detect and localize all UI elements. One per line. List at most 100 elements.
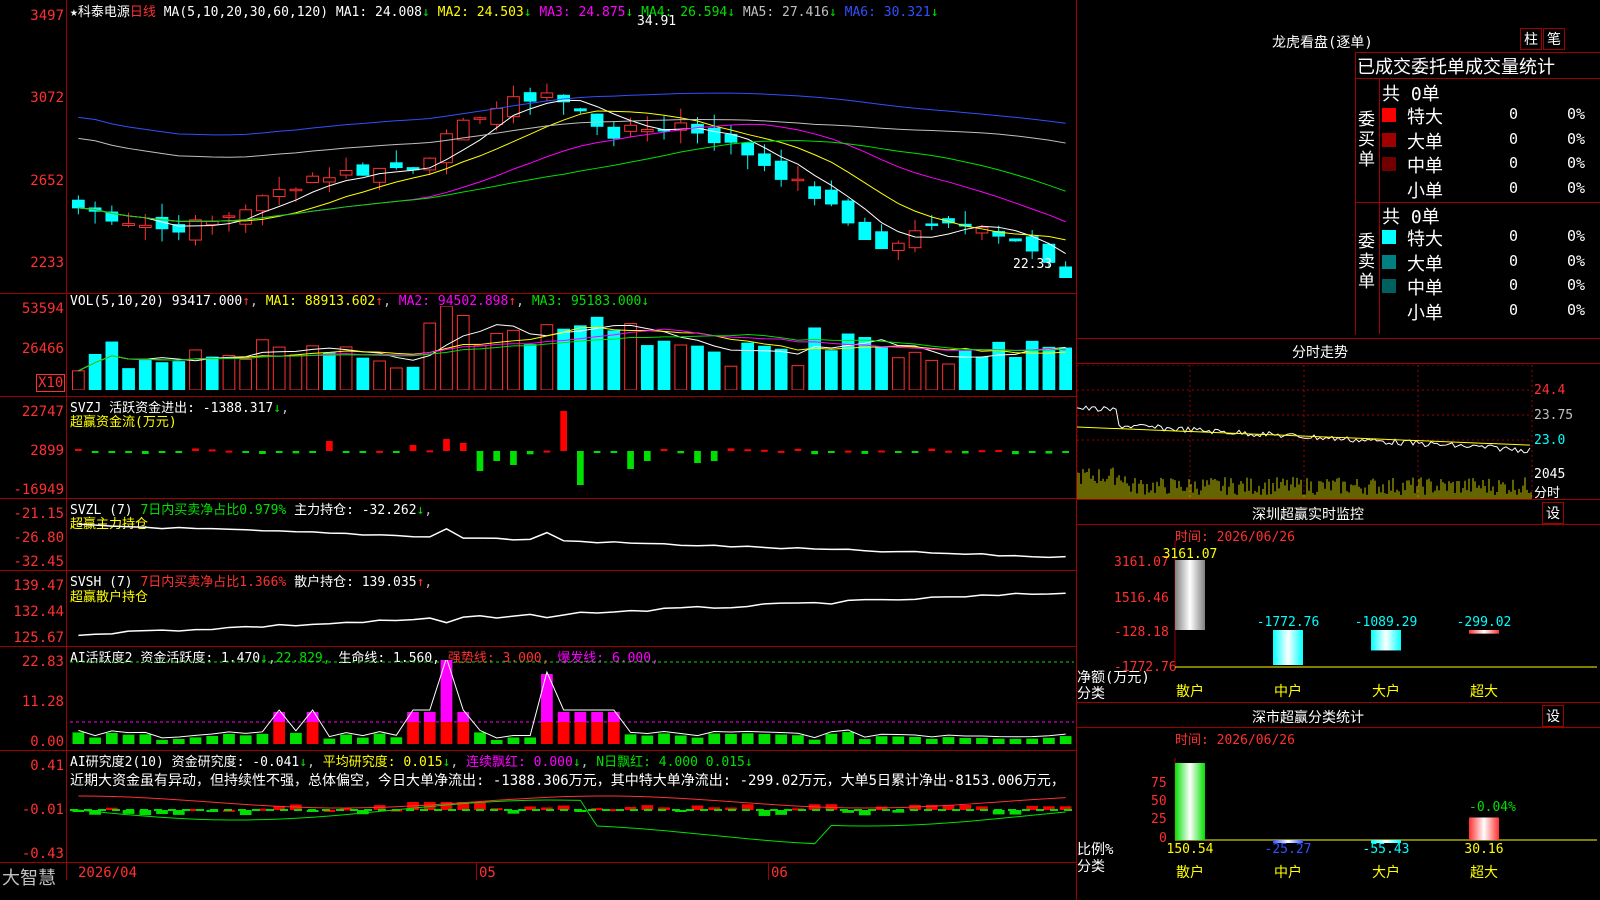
fund-flow-bar bbox=[158, 451, 166, 453]
activity-bar bbox=[273, 722, 286, 744]
fund-flow-bar bbox=[610, 451, 618, 453]
volume-bar bbox=[138, 360, 152, 390]
volume-bar bbox=[389, 367, 403, 390]
bar-value-label: -25.27 bbox=[1265, 842, 1312, 857]
category-label: 小单 bbox=[1407, 180, 1443, 202]
svsh-axis-tick: 132.44 bbox=[13, 604, 64, 620]
activity-line bbox=[78, 660, 1066, 739]
activity-bar bbox=[624, 734, 637, 744]
sz-class-panel: 深市超赢分类统计 设 时间: 2026/06/26 75 50 25 0 比例%… bbox=[1077, 703, 1600, 900]
volume-bar bbox=[674, 344, 688, 390]
svsh-line[interactable] bbox=[70, 586, 1074, 644]
price-candle bbox=[205, 220, 219, 226]
price-candle bbox=[490, 107, 504, 125]
category-swatch bbox=[1382, 108, 1396, 122]
category-label: 散户 bbox=[1176, 683, 1204, 700]
volume-bar bbox=[406, 366, 420, 390]
activity-bar bbox=[591, 722, 603, 744]
price-candle bbox=[758, 153, 771, 166]
activity-bar bbox=[641, 735, 654, 744]
fund-flow-bar bbox=[543, 450, 551, 453]
price-axis-tick: 3072 bbox=[30, 90, 64, 106]
volume-bar bbox=[222, 355, 236, 390]
fund-flow-bar bbox=[694, 451, 701, 463]
longhu-title: 龙虎看盘(逐单) bbox=[1272, 35, 1373, 51]
activity-bar bbox=[457, 722, 470, 744]
category-label: 小单 bbox=[1407, 302, 1443, 324]
sz-monitor-bars[interactable]: 3161.07 散户 -1772.76 中户 -1089.29 大户 -299.02 超大 bbox=[1077, 500, 1600, 700]
ai-active-bars[interactable] bbox=[70, 660, 1074, 748]
volume-bar bbox=[707, 351, 721, 390]
volume-bars[interactable] bbox=[70, 306, 1074, 390]
volume-bar bbox=[256, 339, 269, 390]
sz-class-bars[interactable]: 150.54 散户 -25.27 中户 -55.43 大户 30.16 超大 bbox=[1077, 703, 1600, 900]
intraday-chart[interactable] bbox=[1077, 365, 1600, 499]
bar bbox=[1469, 817, 1499, 840]
price-candles[interactable] bbox=[70, 14, 1074, 292]
volume-bar bbox=[1025, 340, 1039, 390]
intraday-avg-line bbox=[1077, 426, 1531, 446]
fund-flow-bar bbox=[225, 450, 233, 453]
bar bbox=[1469, 630, 1499, 634]
bar bbox=[1175, 763, 1205, 840]
intraday-price-tick: 23.0 bbox=[1534, 433, 1566, 448]
intraday-panel[interactable]: 分时走势 24.4 23.75 23.0 2045 分时 bbox=[1077, 339, 1600, 501]
low-price-label: 22.33 bbox=[1013, 257, 1053, 272]
price-candle bbox=[908, 230, 922, 249]
activity-bar bbox=[842, 732, 854, 744]
price-candle bbox=[323, 177, 336, 183]
activity-bar bbox=[976, 738, 988, 744]
longhu-panel: 龙虎看盘(逐单) 柱 笔 已成交委托单成交量统计 共 0单 委买单 共 0单 委… bbox=[1077, 0, 1600, 338]
volume-bar bbox=[908, 351, 922, 390]
category-label: 中单 bbox=[1407, 156, 1443, 177]
activity-bar bbox=[875, 736, 888, 744]
volume-bar bbox=[975, 356, 989, 390]
category-label: 散户 bbox=[1176, 864, 1204, 881]
category-label: 中单 bbox=[1407, 278, 1443, 299]
left-chart-area[interactable]: ★科泰电源日线 MA(5,10,20,30,60,120) MA1: 24.00… bbox=[0, 0, 1076, 900]
fund-flow-bar bbox=[359, 451, 367, 453]
category-pct: 0% bbox=[1567, 129, 1586, 148]
price-candle bbox=[825, 189, 838, 205]
volume-bar bbox=[122, 368, 135, 390]
vol-axis-tick: 26466 bbox=[21, 341, 64, 357]
category-swatch bbox=[1382, 230, 1396, 244]
bar-mode-button[interactable]: 柱 bbox=[1520, 28, 1542, 50]
tick-mode-button[interactable]: 笔 bbox=[1543, 28, 1565, 50]
activity-bar bbox=[340, 734, 352, 744]
intraday-price-tick: 23.75 bbox=[1534, 408, 1574, 423]
svzl-line[interactable] bbox=[70, 515, 1074, 569]
volume-bar bbox=[155, 362, 169, 390]
price-candle bbox=[640, 128, 654, 133]
activity-bar bbox=[524, 737, 537, 744]
volume-bar bbox=[239, 358, 253, 390]
activity-bar bbox=[290, 732, 302, 744]
price-axis-tick: 3497 bbox=[30, 8, 64, 24]
ai-active-axis-tick: 11.28 bbox=[21, 694, 64, 710]
fund-flow-bar bbox=[894, 451, 902, 453]
fund-flow-bar bbox=[777, 450, 785, 453]
category-label: 超大 bbox=[1470, 865, 1498, 881]
price-candle bbox=[875, 231, 888, 250]
price-candle bbox=[891, 242, 905, 251]
volume-bar bbox=[758, 345, 771, 390]
intraday-vol-tick: 2045 bbox=[1534, 467, 1566, 482]
category-pct: 0% bbox=[1567, 276, 1586, 294]
main-holding-line bbox=[78, 523, 1066, 559]
activity-bar bbox=[858, 739, 871, 744]
activity-bar bbox=[607, 722, 620, 744]
ma-line bbox=[78, 92, 1066, 136]
fund-flow-bar bbox=[627, 451, 634, 469]
category-swatch bbox=[1382, 182, 1396, 196]
activity-bar bbox=[574, 722, 587, 744]
price-axis-tick: 2233 bbox=[30, 255, 64, 271]
fund-flow-bar bbox=[476, 451, 484, 471]
activity-bar-burst bbox=[591, 712, 603, 722]
activity-bar bbox=[1059, 736, 1072, 744]
volume-bar bbox=[825, 350, 838, 390]
svzj-bars[interactable] bbox=[70, 408, 1074, 496]
fund-flow-bar bbox=[861, 451, 869, 454]
bar-value-label: -299.02 bbox=[1457, 615, 1512, 630]
ai-research-chart[interactable] bbox=[70, 784, 1074, 860]
volume-bar bbox=[306, 345, 319, 390]
